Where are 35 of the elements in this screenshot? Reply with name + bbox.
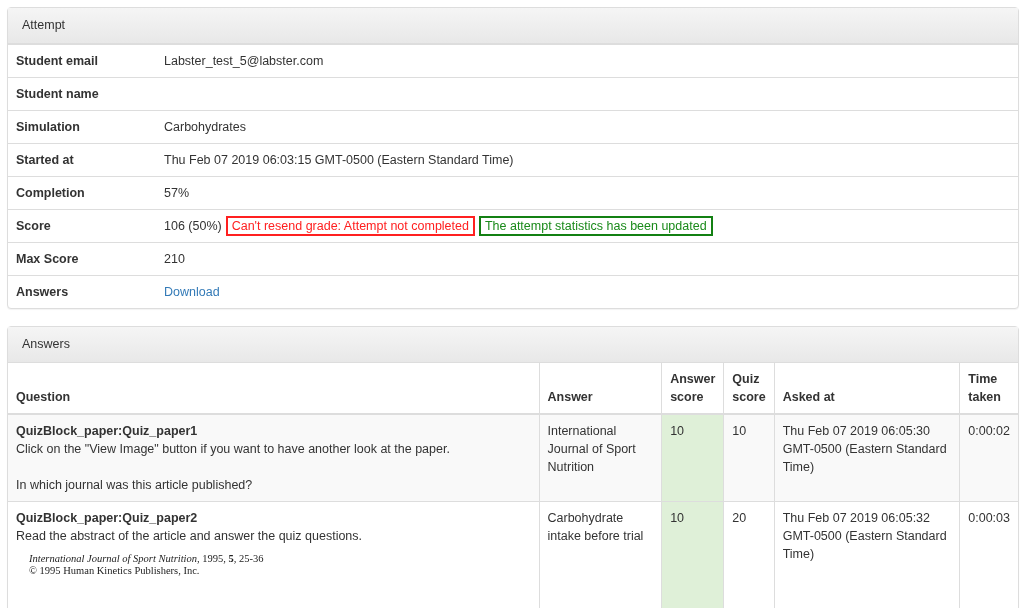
table-cell: 10: [661, 501, 724, 608]
field-label: Max Score: [16, 252, 80, 266]
question-text: In which journal was this article published?: [16, 477, 254, 494]
question-text: Click on the "View Image" button if you want to have another look at the paper.: [16, 441, 451, 458]
table-cell: International Journal of Sport Nutrition: [539, 414, 662, 502]
field-label: Score: [16, 219, 52, 233]
table-cell: 10: [661, 414, 724, 502]
table-cell: Thu Feb 07 2019 06:05:32 GMT-0500 (Eastern Standard Time): [774, 501, 960, 608]
question-title: QuizBlock_paper:Quiz_paper1: [16, 423, 199, 440]
table-cell: 20: [723, 501, 775, 608]
field-value: 210: [164, 252, 185, 266]
field-value: 57%: [164, 186, 190, 200]
status-message: The attempt statistics has been updated: [478, 216, 713, 236]
panel-title: Answers: [22, 337, 70, 351]
question-title: QuizBlock_paper:Quiz_paper2: [16, 510, 199, 527]
field-label: Student email: [16, 54, 99, 68]
panel-title: Attempt: [22, 18, 66, 32]
table-cell: 10: [723, 414, 775, 502]
field-label: Completion: [16, 186, 86, 200]
status-message: Can't resend grade: Attempt not completed: [225, 216, 475, 236]
table-cell: Thu Feb 07 2019 06:05:30 GMT-0500 (Eastern Standard Time): [774, 414, 960, 502]
field-value: Labster_test_5@labster.com: [164, 54, 324, 68]
excerpt-line: © 1995 Human Kinetics Publishers, Inc.: [29, 565, 201, 577]
field-label: Simulation: [16, 120, 81, 134]
field-value: Thu Feb 07 2019 06:03:15 GMT-0500 (Eastern Standard Time): [164, 153, 514, 167]
table-cell: 0:00:02: [959, 414, 1018, 502]
field-label: Student name: [16, 87, 100, 101]
field-label: Answers: [16, 285, 70, 299]
field-value: 106 (50%): [164, 219, 222, 233]
field-label: Started at: [16, 153, 75, 167]
table-cell: 0:00:03: [959, 501, 1018, 608]
excerpt-line: International Journal of Sport Nutrition, 1995, 5, 25-36: [29, 553, 265, 565]
field-value: Carbohydrates: [164, 120, 246, 134]
question-text: Read the abstract of the article and answer the quiz questions.: [16, 528, 364, 545]
download-link[interactable]: Download: [164, 285, 220, 299]
